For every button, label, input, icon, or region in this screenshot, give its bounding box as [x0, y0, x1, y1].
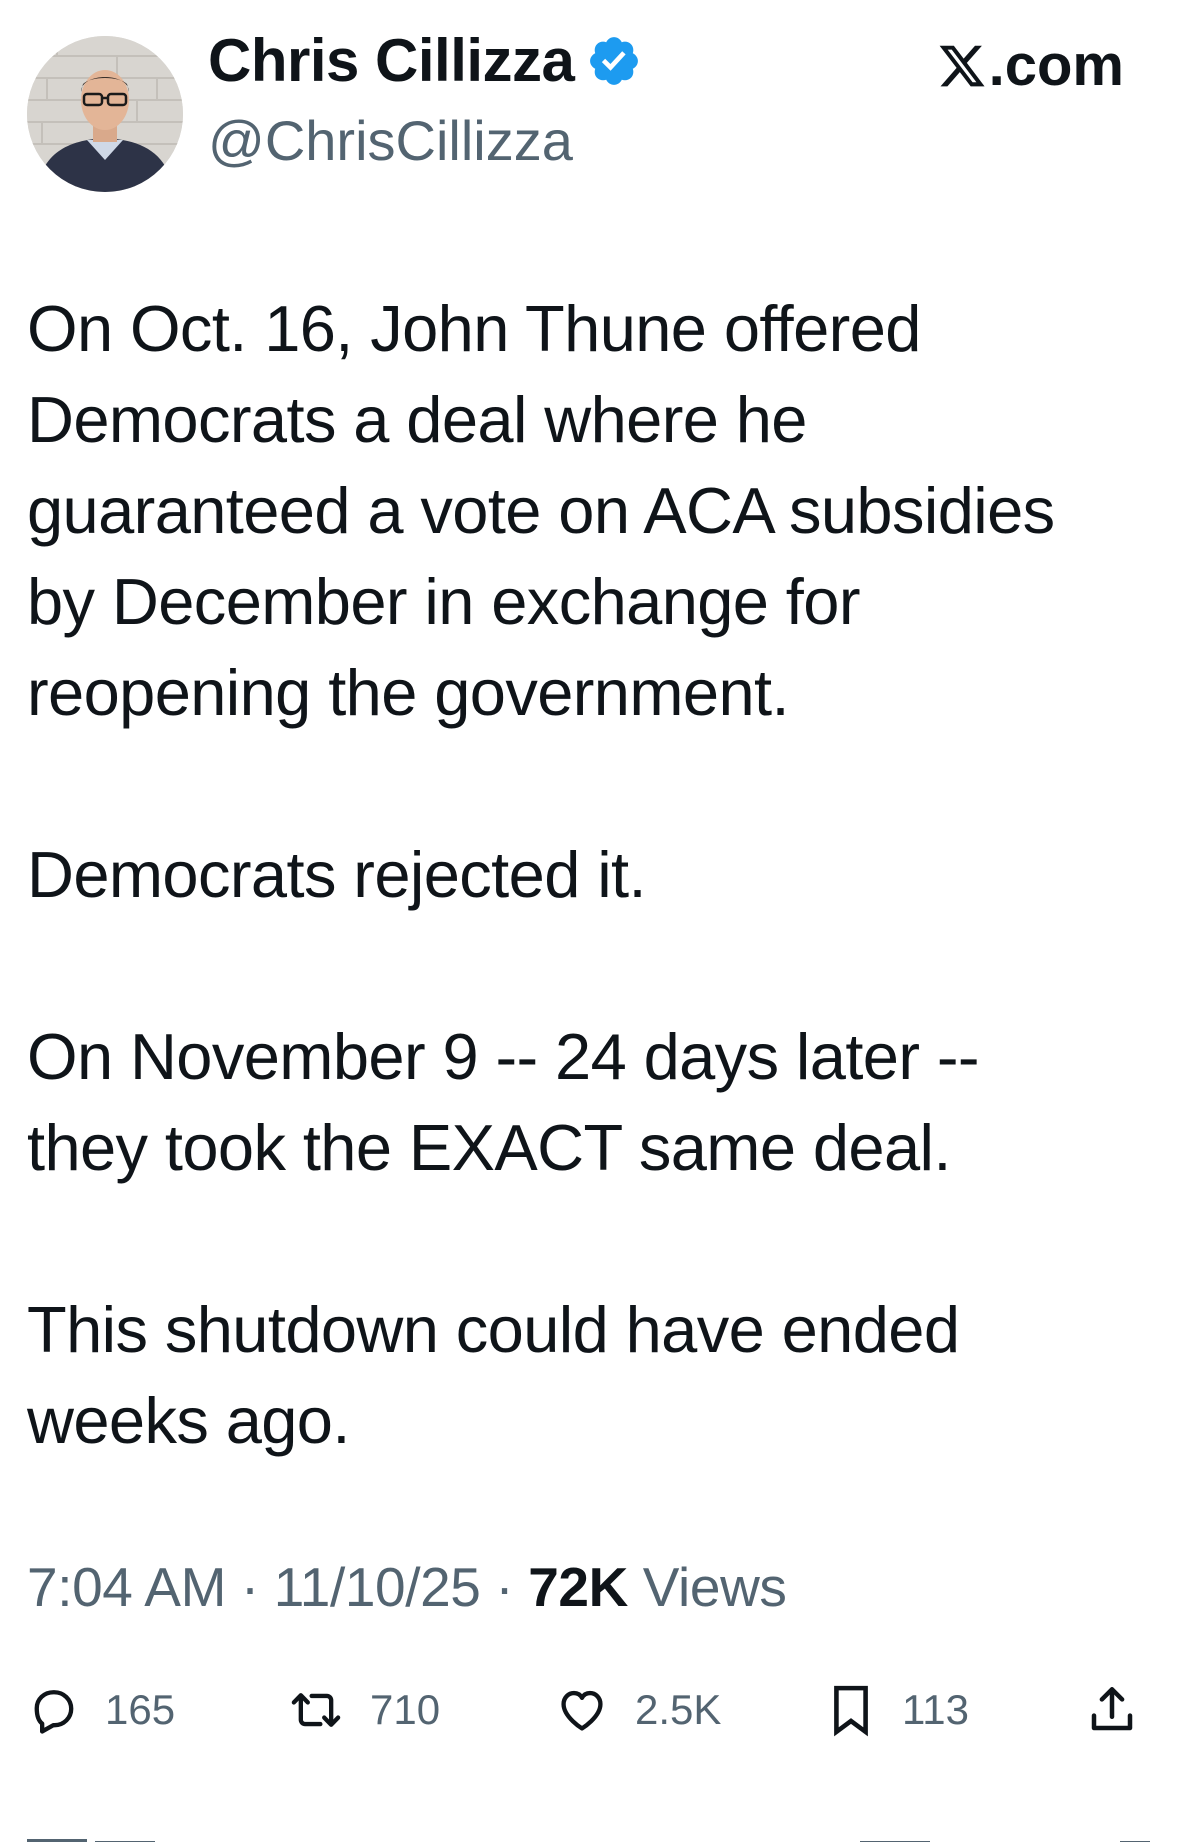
share-icon [1091, 1687, 1133, 1731]
brand-watermark: .com [937, 32, 1124, 99]
author-name[interactable]: Chris Cillizza [208, 26, 575, 95]
like-count: 2.5K [635, 1686, 722, 1733]
bottom-divider [0, 1832, 1179, 1842]
verified-badge-icon [590, 36, 639, 85]
tweet-meta: 7:04 AM · 11/10/25 · 72K Views [27, 1555, 787, 1619]
x-logo-icon [939, 45, 985, 86]
bookmark-icon [834, 1685, 868, 1737]
retweet-icon [291, 1693, 341, 1727]
tweet-paragraph: On Oct. 16, John Thune offered Democrats… [27, 292, 1055, 729]
brand-label: .com [988, 33, 1124, 98]
reply-count: 165 [105, 1686, 176, 1733]
cut-off-text-remnant [27, 1839, 1150, 1842]
retweet-count: 710 [370, 1686, 441, 1733]
views-count[interactable]: 72K [528, 1556, 628, 1618]
tweet-paragraph: On November 9 -- 24 days later -- they t… [27, 1020, 980, 1184]
meta-separator: · [226, 1556, 274, 1618]
share-button[interactable] [1085, 1675, 1139, 1745]
retweet-button[interactable]: 710 [288, 1675, 440, 1745]
action-bar: 165 710 2.5K 113 [0, 1675, 1179, 1745]
bookmark-count: 113 [902, 1686, 969, 1733]
tweet-text: On Oct. 16, John Thune offered Democrats… [27, 283, 1147, 1466]
tweet-time[interactable]: 7:04 AM [27, 1556, 226, 1618]
views-label[interactable]: Views [628, 1556, 787, 1618]
tweet-date[interactable]: 11/10/25 [274, 1556, 481, 1618]
reply-button[interactable]: 165 [27, 1675, 175, 1745]
heart-icon [561, 1690, 603, 1731]
author-name-row[interactable]: Chris Cillizza [208, 26, 642, 95]
avatar-image [27, 36, 183, 192]
reply-icon [34, 1690, 74, 1734]
avatar[interactable] [27, 36, 183, 192]
tweet-paragraph: This shutdown could have ended weeks ago… [27, 1293, 960, 1457]
like-button[interactable]: 2.5K [555, 1675, 721, 1745]
author-handle[interactable]: @ChrisCillizza [208, 108, 573, 173]
tweet-card: Chris Cillizza @ChrisCillizza .com On Oc… [0, 0, 1179, 1842]
bookmark-button[interactable]: 113 [826, 1675, 969, 1745]
tweet-paragraph: Democrats rejected it. [27, 838, 647, 911]
meta-separator: · [480, 1556, 529, 1618]
